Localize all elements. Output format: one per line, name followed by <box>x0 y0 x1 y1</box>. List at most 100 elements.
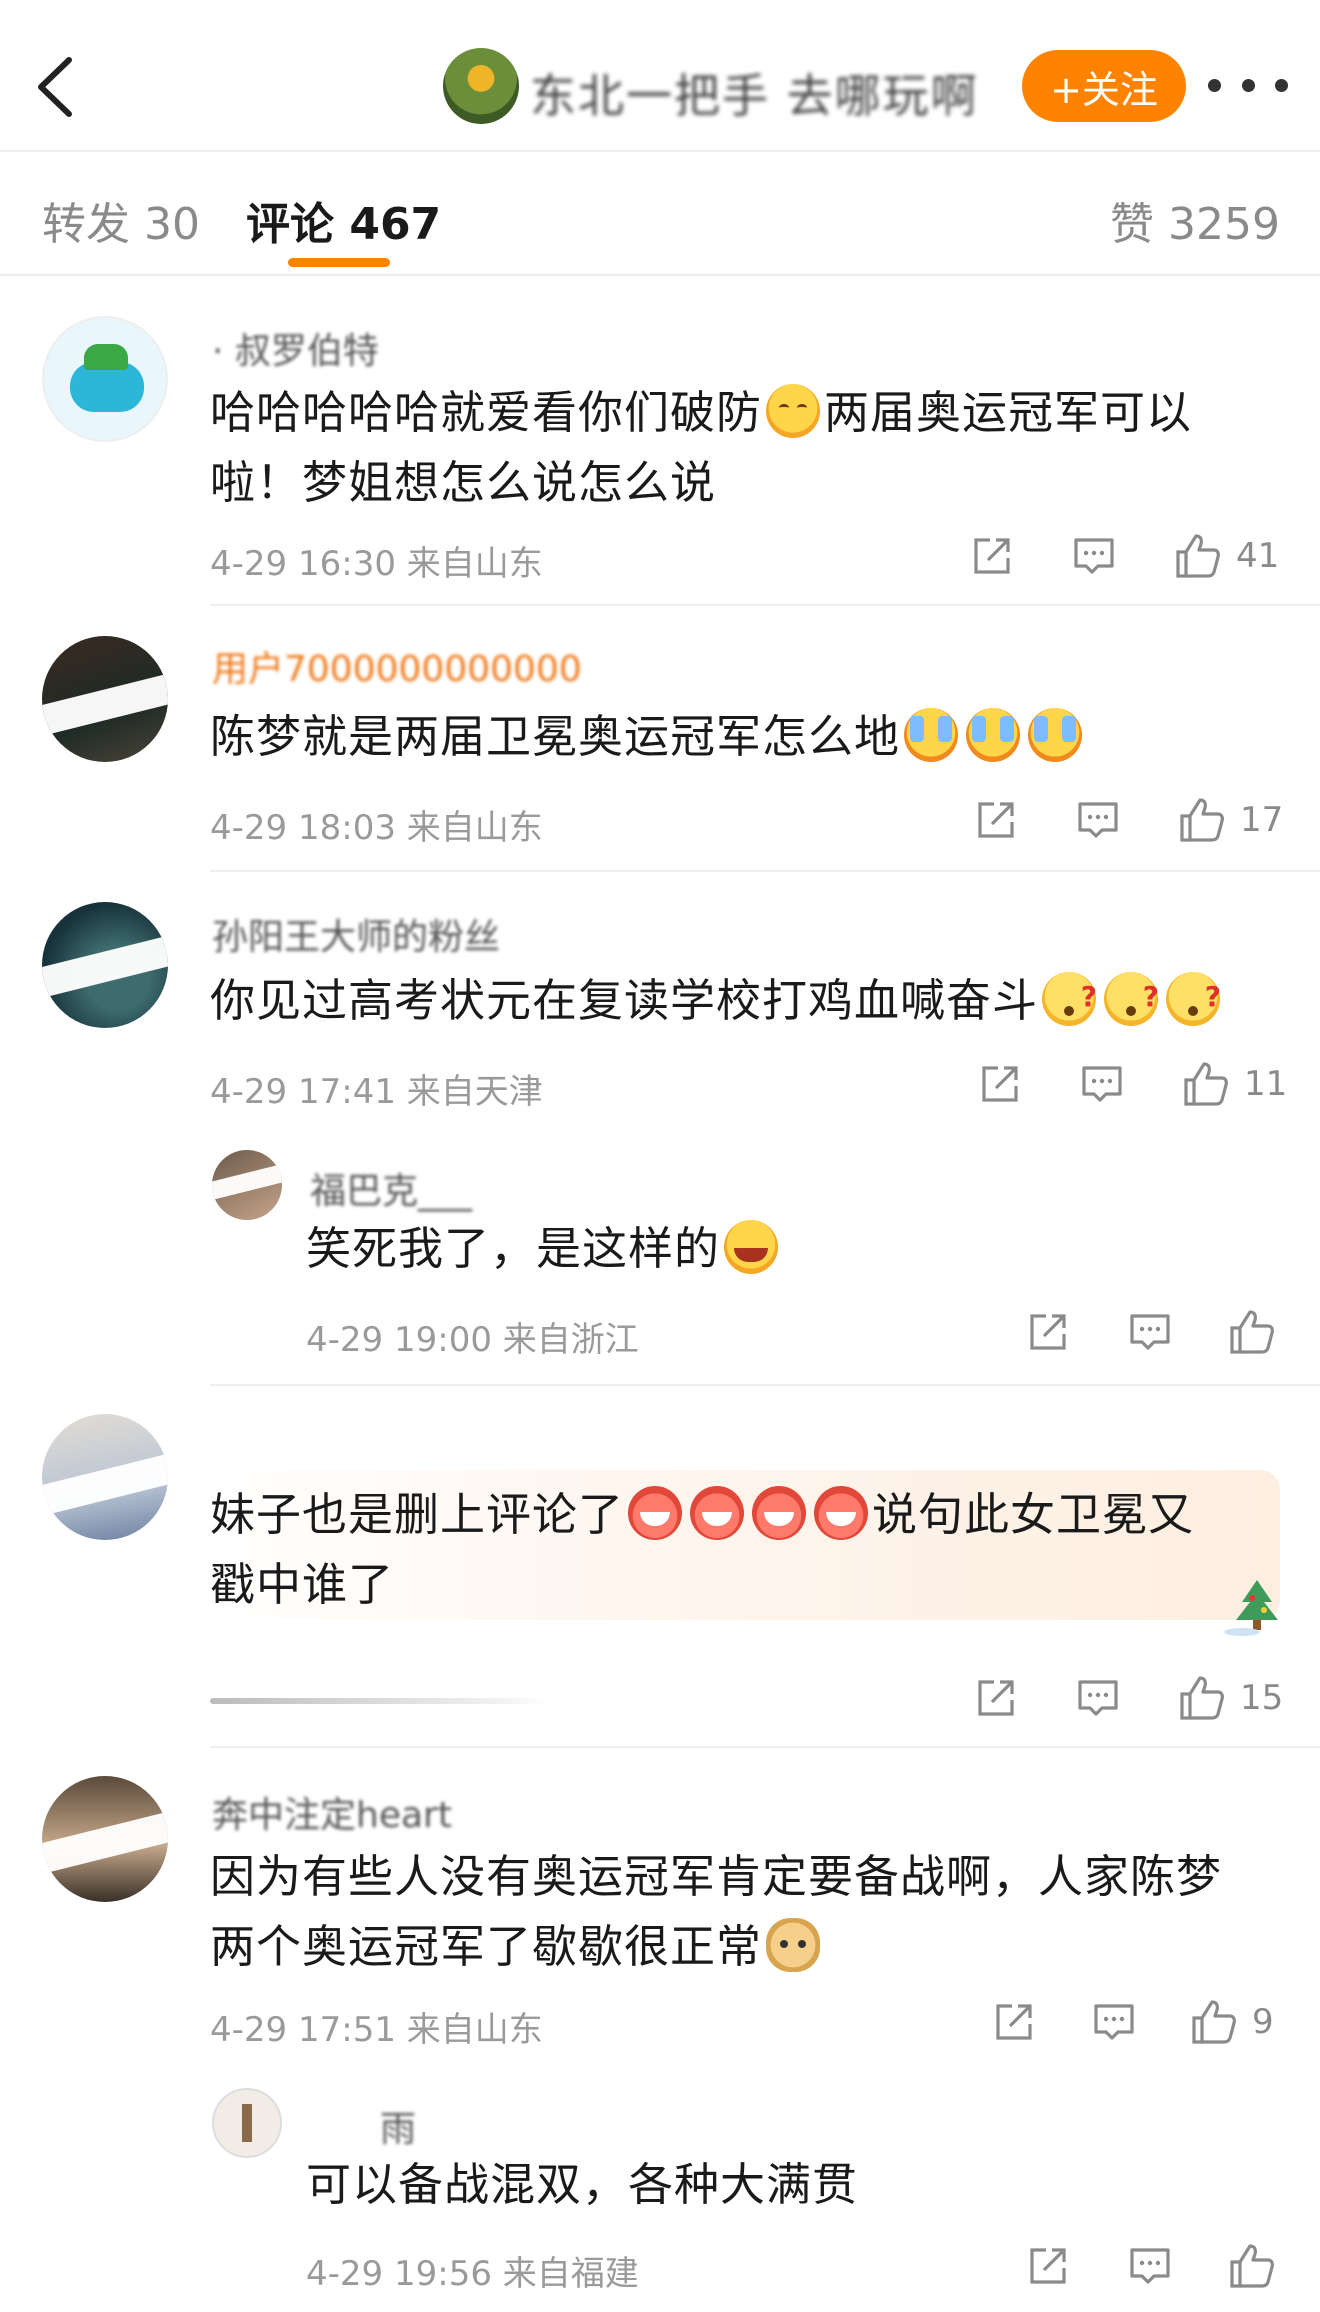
avatar[interactable] <box>212 1150 282 1220</box>
active-tab-indicator <box>288 258 390 267</box>
like-count: 17 <box>1240 800 1284 840</box>
avatar[interactable] <box>42 902 168 1028</box>
like-icon[interactable] <box>1228 1302 1276 1362</box>
comment-text-line: 陈梦就是两届卫冕奥运冠军怎么地 <box>210 710 901 763</box>
like-icon[interactable] <box>1228 2236 1276 2296</box>
avatar[interactable] <box>212 2088 282 2158</box>
reply-text: 可以备战混双，各种大满贯 <box>306 2150 1286 2220</box>
avatar[interactable] <box>42 316 168 442</box>
avatar[interactable] <box>42 636 168 762</box>
share-icon[interactable] <box>992 1992 1036 2052</box>
comment-text: 妹子也是删上评论了 说句此女卫冕又 戳中谁了 <box>210 1480 1290 1620</box>
comment-actions: 15 <box>972 1668 1292 1728</box>
emoji-smile-icon <box>766 384 821 438</box>
comment-username[interactable]: · 叔罗伯特 <box>212 322 379 374</box>
tab-comment-count: 467 <box>349 199 442 250</box>
reply-text: 笑死我了，是这样的 <box>306 1214 1286 1284</box>
like-icon <box>1190 1998 1238 2046</box>
reply-time: 4-29 19:56 <box>306 2254 492 2294</box>
more-icon[interactable] <box>1208 60 1288 110</box>
share-icon[interactable] <box>970 526 1014 586</box>
reply-meta: 4-29 19:00 来自浙江 <box>306 1312 639 1361</box>
comment-meta <box>210 1698 550 1704</box>
comment-actions: 17 <box>972 790 1292 850</box>
avatar[interactable] <box>42 1776 168 1902</box>
comment-icon[interactable] <box>1076 790 1120 850</box>
tab-like-count: 3259 <box>1168 199 1280 250</box>
comment-location: 来自山东 <box>406 544 543 584</box>
comment-text: 陈梦就是两届卫冕奥运冠军怎么地 <box>210 702 1290 772</box>
tab-bar: 转发 30 评论 467 赞 3259 <box>0 152 1320 276</box>
comment-username[interactable]: 用户7000000000000 <box>212 640 582 692</box>
comment-text: 你见过高考状元在复读学校打鸡血喊奋斗 <box>210 962 1290 1036</box>
avatar[interactable] <box>42 1414 168 1540</box>
tab-comment-label: 评论 <box>246 199 334 250</box>
emoji-confused-icon <box>1166 962 1222 1032</box>
like-count: 15 <box>1240 1678 1284 1718</box>
share-icon[interactable] <box>974 790 1018 850</box>
emoji-confused-icon <box>1042 962 1098 1032</box>
reply-location: 来自浙江 <box>502 1320 639 1360</box>
like-icon <box>1182 1060 1230 1108</box>
comment-icon[interactable] <box>1076 1668 1120 1728</box>
reply-text-line: 笑死我了，是这样的 <box>306 1222 721 1275</box>
page-title: 东北一把手 去哪玩啊 <box>530 69 979 123</box>
share-icon[interactable] <box>1026 1302 1070 1362</box>
comment-text-line: 你见过高考状元在复读学校打鸡血喊奋斗 <box>210 974 1039 1027</box>
comment-text-line: 两届奥运冠军可以 <box>824 386 1193 439</box>
comment-text: 哈哈哈哈哈就爱看你们破防 两届奥运冠军可以 啦！梦姐想怎么说怎么说 <box>210 378 1290 518</box>
comment-text-line: 啦！梦姐想怎么说怎么说 <box>210 456 717 509</box>
emoji-laugh-icon <box>724 1220 779 1274</box>
emoji-cry-icon <box>904 708 959 762</box>
comment-meta: 4-29 18:03 来自山东 <box>210 800 543 849</box>
like-icon <box>1178 796 1226 844</box>
comment-text-line: 两个奥运冠军了歇歇很正常 <box>210 1920 763 1973</box>
tab-repost[interactable]: 转发 30 <box>42 188 200 252</box>
like-button[interactable]: 41 <box>1174 526 1279 586</box>
like-button[interactable]: 17 <box>1178 790 1283 850</box>
comment-location: 来自天津 <box>406 1072 543 1112</box>
share-icon[interactable] <box>1026 2236 1070 2296</box>
emoji-cry-icon <box>1028 708 1083 762</box>
comment-username[interactable]: 奔中注定heart <box>212 1786 452 1838</box>
author-avatar[interactable] <box>443 48 519 124</box>
like-count: 41 <box>1236 536 1280 576</box>
share-icon[interactable] <box>974 1668 1018 1728</box>
like-button[interactable]: 15 <box>1178 1668 1283 1728</box>
follow-button[interactable]: +关注 <box>1022 50 1186 122</box>
comment-time: 4-29 17:41 <box>210 1072 396 1112</box>
emoji-confused-icon <box>1104 962 1160 1032</box>
comment-actions: 9 <box>990 1992 1290 2052</box>
comment-text-line: 说句此女卫冕又 <box>872 1488 1195 1541</box>
comment-username[interactable]: 孙阳王大师的粉丝 <box>212 908 500 960</box>
like-button[interactable]: 11 <box>1182 1054 1287 1114</box>
comment-icon[interactable] <box>1072 526 1116 586</box>
top-bar: 东北一把手 去哪玩啊 +关注 <box>0 0 1320 152</box>
back-button[interactable] <box>30 52 80 122</box>
comment-icon[interactable] <box>1080 1054 1124 1114</box>
reply-username[interactable]: 雨 <box>380 2100 416 2152</box>
comment-location: 来自山东 <box>406 808 543 848</box>
comment-divider <box>210 1746 1320 1748</box>
reply-text-line: 可以备战混双，各种大满贯 <box>306 2158 859 2211</box>
tab-comment[interactable]: 评论 467 <box>246 188 441 252</box>
comment-username[interactable] <box>212 1420 492 1456</box>
tab-like[interactable]: 赞 3259 <box>1110 188 1280 252</box>
tab-like-label: 赞 <box>1110 199 1154 250</box>
comment-location: 来自山东 <box>406 2010 543 2050</box>
reply-location: 来自福建 <box>502 2254 639 2294</box>
comment-text-line: 戳中谁了 <box>210 1558 395 1611</box>
comment-text-line: 哈哈哈哈哈就爱看你们破防 <box>210 386 763 439</box>
comment-icon[interactable] <box>1092 1992 1136 2052</box>
comment-text: 因为有些人没有奥运冠军肯定要备战啊，人家陈梦 两个奥运冠军了歇歇很正常 <box>210 1842 1290 1982</box>
comment-text-line: 妹子也是删上评论了 <box>210 1488 625 1541</box>
comment-icon[interactable] <box>1128 1302 1172 1362</box>
tab-repost-label: 转发 <box>42 199 130 250</box>
emoji-grin-icon <box>628 1486 683 1540</box>
reply-username[interactable]: 福巴克___ <box>310 1162 472 1214</box>
share-icon[interactable] <box>978 1054 1022 1114</box>
comment-time: 4-29 18:03 <box>210 808 396 848</box>
comment-icon[interactable] <box>1128 2236 1172 2296</box>
comment-meta: 4-29 17:51 来自山东 <box>210 2002 543 2051</box>
like-button[interactable]: 9 <box>1190 1992 1274 2052</box>
